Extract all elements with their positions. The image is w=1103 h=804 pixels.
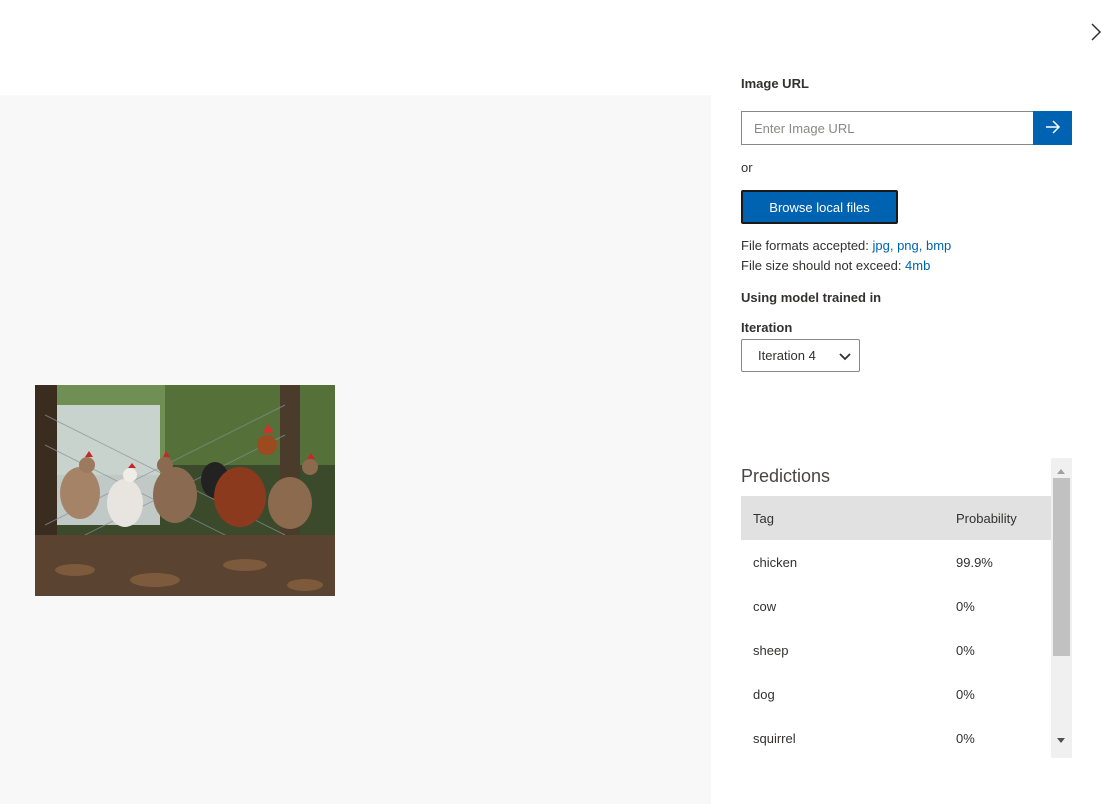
image-url-input[interactable] [741, 111, 1033, 145]
image-url-row [741, 111, 1072, 145]
file-size-value: 4mb [905, 258, 931, 273]
row-tag: chicken [753, 554, 798, 570]
table-row: squirrel 0% [741, 716, 1051, 760]
table-row: chicken 99.9% [741, 540, 1051, 584]
iteration-label: Iteration [741, 320, 793, 335]
image-preview-area [0, 95, 711, 804]
scrollbar-thumb[interactable] [1053, 478, 1070, 656]
row-tag: dog [753, 686, 775, 702]
predictions-table: Tag Probability chicken 99.9% cow 0% she… [741, 496, 1051, 760]
table-row: dog 0% [741, 672, 1051, 716]
arrow-right-icon [1045, 119, 1061, 137]
row-tag: cow [753, 598, 777, 614]
predictions-scrollbar[interactable] [1051, 458, 1072, 758]
row-probability: 99.9% [956, 554, 993, 570]
column-header-probability: Probability [956, 510, 1017, 526]
row-probability: 0% [956, 598, 975, 614]
iteration-dropdown[interactable]: Iteration 4 [741, 339, 860, 372]
row-probability: 0% [956, 686, 975, 702]
submit-url-button[interactable] [1033, 111, 1072, 145]
file-size-info: File size should not exceed: 4mb [741, 258, 930, 273]
image-url-label: Image URL [741, 76, 809, 91]
scroll-down-arrow-icon[interactable] [1056, 732, 1066, 750]
row-probability: 0% [956, 730, 975, 746]
file-formats-value: jpg, png, bmp [872, 238, 952, 253]
file-size-label: File size should not exceed: [741, 258, 906, 273]
uploaded-image [35, 385, 335, 596]
iteration-selected-value: Iteration 4 [758, 348, 816, 363]
model-trained-label: Using model trained in [741, 290, 882, 305]
close-panel-chevron-icon[interactable] [1090, 20, 1103, 44]
file-formats-info: File formats accepted: jpg, png, bmp [741, 238, 951, 253]
table-row: cow 0% [741, 584, 1051, 628]
table-header-row: Tag Probability [741, 496, 1051, 540]
column-header-tag: Tag [753, 510, 774, 526]
row-probability: 0% [956, 642, 975, 658]
or-separator: or [741, 160, 753, 175]
predictions-title: Predictions [741, 466, 831, 486]
row-tag: sheep [753, 642, 789, 658]
chevron-down-icon [839, 350, 851, 365]
browse-local-files-button[interactable]: Browse local files [741, 190, 898, 224]
row-tag: squirrel [753, 730, 796, 746]
table-row: sheep 0% [741, 628, 1051, 672]
file-formats-label: File formats accepted: [741, 238, 873, 253]
